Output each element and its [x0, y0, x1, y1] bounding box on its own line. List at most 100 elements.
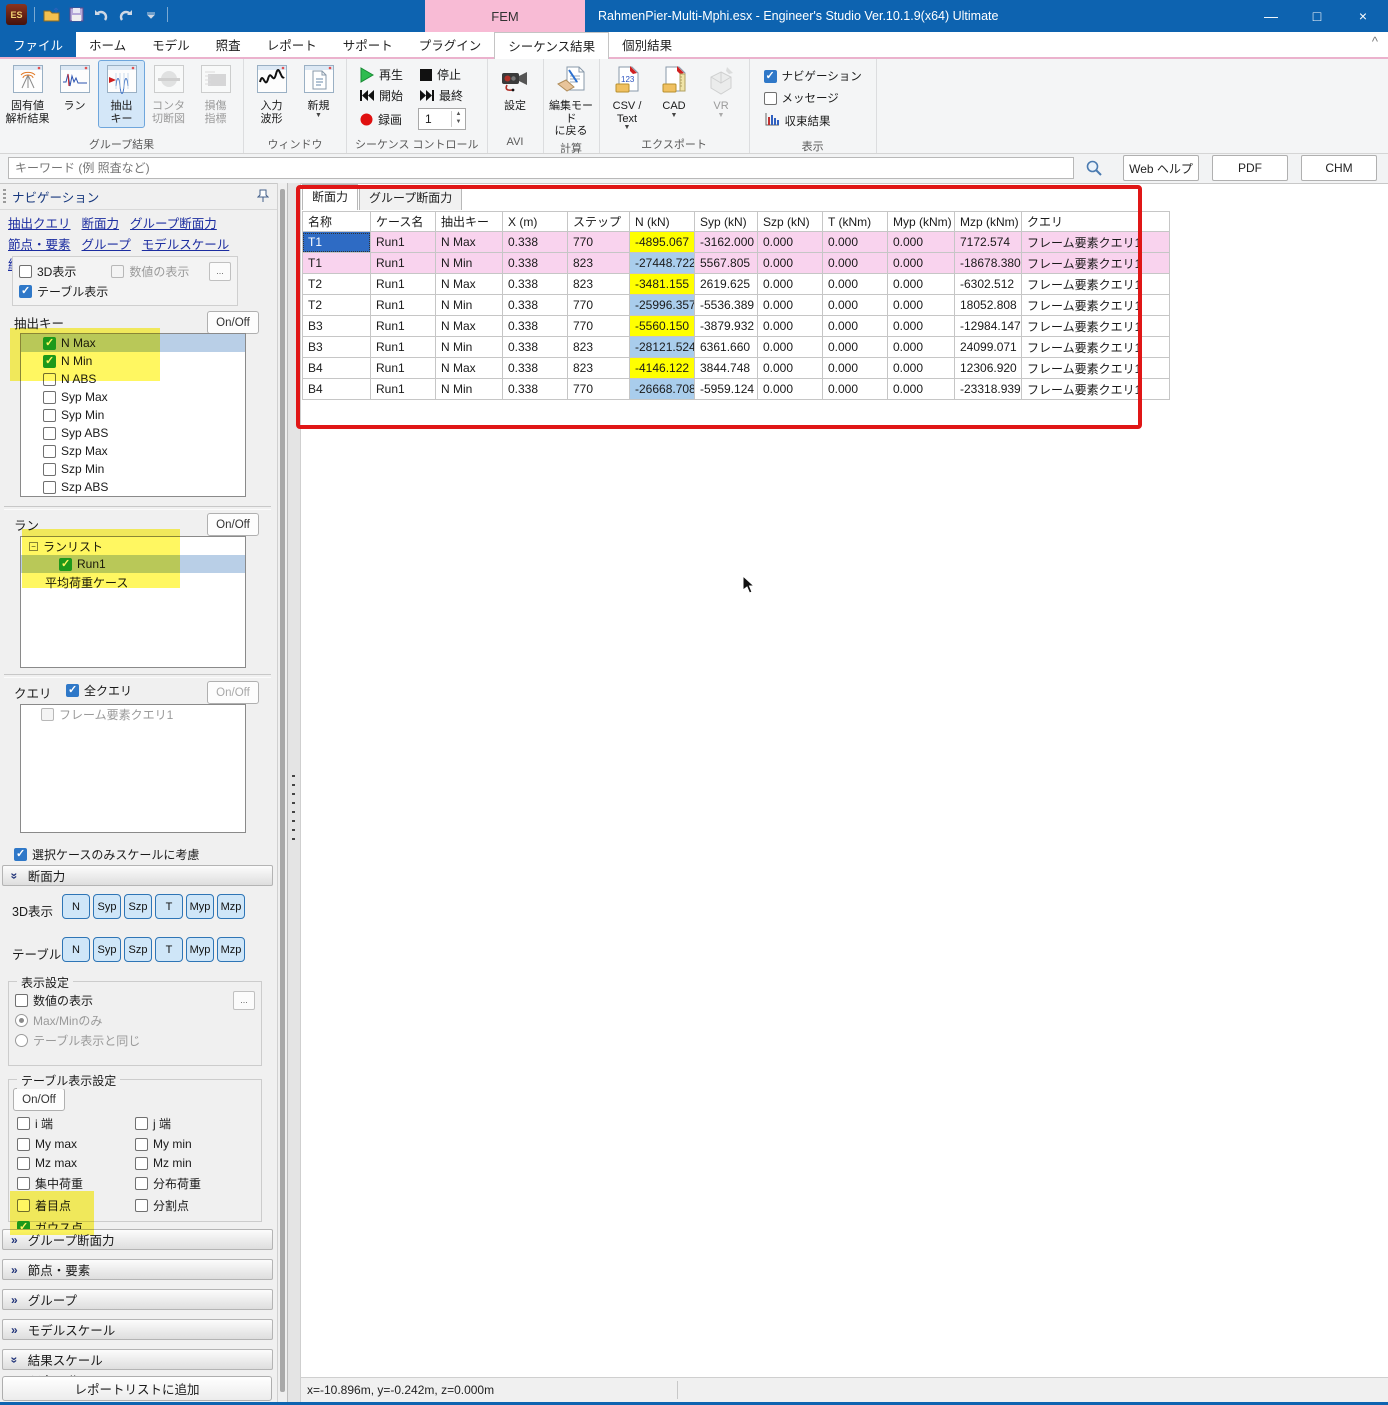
cell-mzp[interactable]: -6302.512	[955, 274, 1022, 295]
column-header[interactable]: N (kN)	[630, 211, 695, 232]
cell-myp[interactable]: 0.000	[888, 295, 955, 316]
cell-szp[interactable]: 0.000	[758, 379, 823, 400]
cell-query[interactable]: フレーム要素クエリ1	[1022, 232, 1170, 253]
3d-display-checkbox[interactable]	[19, 265, 32, 278]
checkbox[interactable]	[135, 1157, 148, 1170]
checkbox[interactable]	[43, 481, 56, 494]
add-to-report-list-button[interactable]: レポートリストに追加	[2, 1376, 272, 1401]
table-setting-Mz max[interactable]: Mz max	[17, 1156, 135, 1170]
column-header[interactable]: クエリ	[1022, 211, 1170, 232]
cell-query[interactable]: フレーム要素クエリ1	[1022, 274, 1170, 295]
skip-to-end-button[interactable]: 最終	[419, 87, 463, 104]
run1-checkbox[interactable]	[59, 558, 72, 571]
cell-szp[interactable]: 0.000	[758, 337, 823, 358]
cell-syp[interactable]: -3879.932	[695, 316, 758, 337]
3d-force-szp-button[interactable]: Szp	[124, 894, 152, 919]
nav-link-抽出クエリ[interactable]: 抽出クエリ	[8, 214, 71, 235]
cell-szp[interactable]: 0.000	[758, 232, 823, 253]
tab-モデル[interactable]: モデル	[139, 32, 203, 57]
cell-name[interactable]: T1	[302, 232, 371, 253]
tab-レポート[interactable]: レポート	[254, 32, 330, 57]
column-header[interactable]: X (m)	[503, 211, 568, 232]
checkbox[interactable]	[43, 445, 56, 458]
cell-case[interactable]: Run1	[371, 337, 436, 358]
checkbox[interactable]	[17, 1157, 30, 1170]
cell-myp[interactable]: 0.000	[888, 274, 955, 295]
query-onoff-button[interactable]: On/Off	[207, 681, 259, 704]
same-as-table-radio[interactable]	[15, 1034, 28, 1047]
cell-t[interactable]: 0.000	[823, 295, 888, 316]
table-setting-集中荷重[interactable]: 集中荷重	[17, 1175, 135, 1192]
cell-x[interactable]: 0.338	[503, 337, 568, 358]
checkbox[interactable]	[17, 1138, 30, 1151]
table-row[interactable]: T1Run1N Max0.338770-4895.067-3162.0000.0…	[302, 232, 1170, 253]
minimize-button[interactable]: —	[1248, 0, 1294, 32]
vr-export-button[interactable]: VR▼	[698, 60, 745, 121]
tab-照査[interactable]: 照査	[203, 32, 254, 57]
cell-name[interactable]: T1	[302, 253, 371, 274]
contour-section-button[interactable]: コンタ 切断図	[145, 60, 192, 128]
maximize-button[interactable]: □	[1294, 0, 1340, 32]
run-onoff-button[interactable]: On/Off	[207, 513, 259, 536]
cell-name[interactable]: B4	[302, 358, 371, 379]
table-setting-Mz min[interactable]: Mz min	[135, 1156, 253, 1170]
cell-name[interactable]: B3	[302, 337, 371, 358]
table-row[interactable]: T2Run1N Min0.338770-25996.357-5536.3890.…	[302, 295, 1170, 316]
checkbox[interactable]	[43, 355, 56, 368]
input-wave-button[interactable]: 入力 波形	[248, 60, 295, 128]
search-icon[interactable]	[1078, 156, 1110, 180]
cell-n[interactable]: -3481.155	[630, 274, 695, 295]
nav-link-断面力[interactable]: 断面力	[82, 214, 120, 235]
ribbon-check-メッセージ[interactable]: メッセージ	[764, 90, 862, 106]
nav-section-グループ[interactable]: »グループ	[2, 1289, 273, 1310]
cell-key[interactable]: N Max	[436, 274, 503, 295]
frame-number-stepper[interactable]: 1▲ ▼	[418, 108, 466, 130]
scale-consider-checkbox[interactable]	[14, 848, 27, 861]
checkbox[interactable]	[17, 1177, 30, 1190]
cell-query[interactable]: フレーム要素クエリ1	[1022, 316, 1170, 337]
cell-key[interactable]: N Min	[436, 337, 503, 358]
cell-n[interactable]: -28121.524	[630, 337, 695, 358]
record-button[interactable]: 録画	[359, 111, 402, 128]
extract-key-item[interactable]: N Min	[21, 352, 245, 370]
cell-key[interactable]: N Min	[436, 379, 503, 400]
checkbox[interactable]	[135, 1177, 148, 1190]
cell-szp[interactable]: 0.000	[758, 253, 823, 274]
frame-query-checkbox[interactable]	[41, 708, 54, 721]
table-setting-分布荷重[interactable]: 分布荷重	[135, 1175, 253, 1192]
3d-force-syp-button[interactable]: Syp	[93, 894, 121, 919]
cell-x[interactable]: 0.338	[503, 253, 568, 274]
ribbon-check-ナビゲーション[interactable]: ナビゲーション	[764, 68, 862, 84]
cell-n[interactable]: -4895.067	[630, 232, 695, 253]
table-force-mzp-button[interactable]: Mzp	[217, 937, 245, 962]
cell-x[interactable]: 0.338	[503, 316, 568, 337]
new-window-button[interactable]: 新規▼	[295, 60, 342, 121]
cell-step[interactable]: 770	[568, 232, 630, 253]
cell-x[interactable]: 0.338	[503, 232, 568, 253]
cell-mzp[interactable]: 24099.071	[955, 337, 1022, 358]
tree-collapse-icon[interactable]: −	[29, 542, 38, 551]
keyword-search-input[interactable]	[8, 157, 1074, 179]
checkbox[interactable]	[17, 1199, 30, 1212]
cell-mzp[interactable]: -12984.147	[955, 316, 1022, 337]
extract-key-item[interactable]: Szp Max	[21, 442, 245, 460]
cell-n[interactable]: -26668.708	[630, 379, 695, 400]
cell-t[interactable]: 0.000	[823, 232, 888, 253]
stop-button[interactable]: 停止	[419, 66, 461, 83]
table-setting-i 端[interactable]: i 端	[17, 1115, 135, 1132]
cell-query[interactable]: フレーム要素クエリ1	[1022, 295, 1170, 316]
pdf-help-button[interactable]: PDF	[1212, 155, 1288, 181]
tab-ファイル[interactable]: ファイル	[0, 32, 76, 57]
cell-n[interactable]: -5560.150	[630, 316, 695, 337]
table-force-myp-button[interactable]: Myp	[186, 937, 214, 962]
nav-section-結果スケール[interactable]: »結果スケール	[2, 1349, 273, 1370]
column-header[interactable]: 名称	[302, 211, 371, 232]
cell-case[interactable]: Run1	[371, 295, 436, 316]
numeric-display2-checkbox[interactable]	[15, 994, 28, 1007]
cell-n[interactable]: -25996.357	[630, 295, 695, 316]
damage-index-button[interactable]: 損傷 指標	[192, 60, 239, 128]
table-row[interactable]: B3Run1N Min0.338823-28121.5246361.6600.0…	[302, 337, 1170, 358]
cell-x[interactable]: 0.338	[503, 274, 568, 295]
nav-section-グループ断面力[interactable]: »グループ断面力	[2, 1229, 273, 1250]
checkbox[interactable]	[43, 373, 56, 386]
